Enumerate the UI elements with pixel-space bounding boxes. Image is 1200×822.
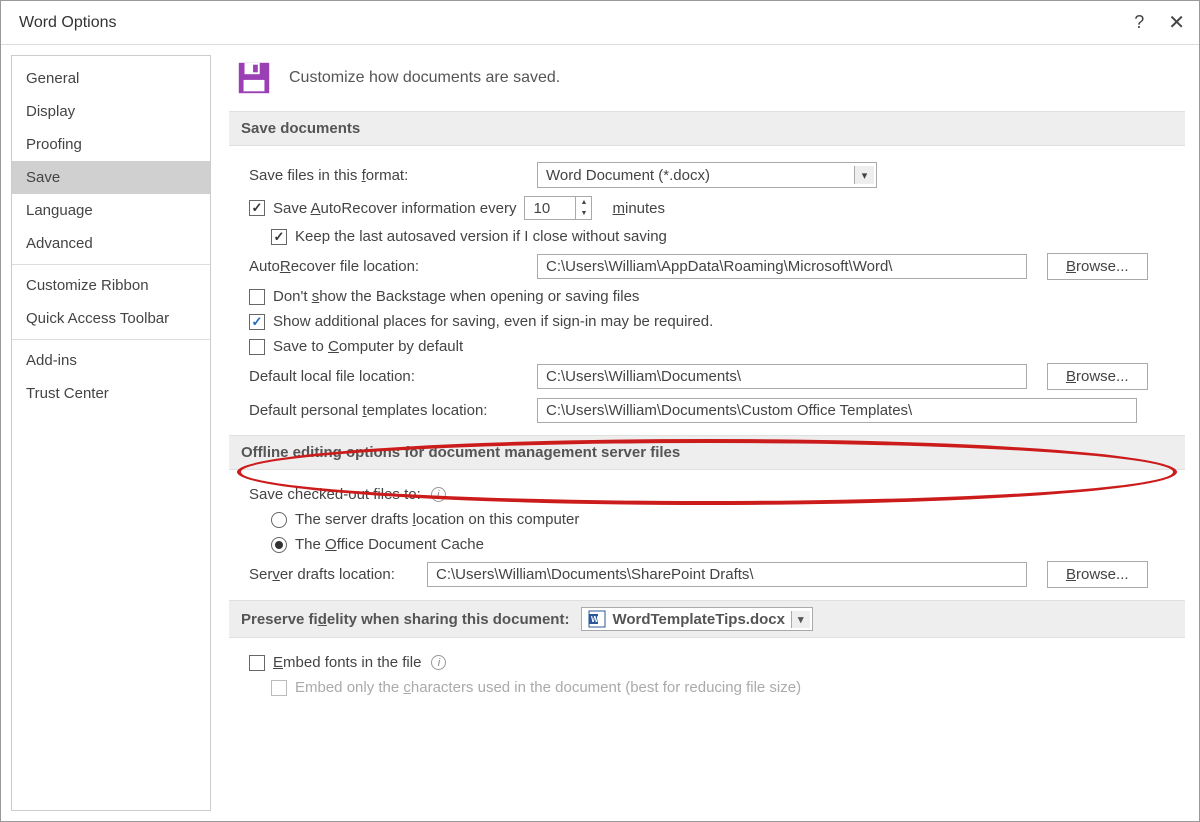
- titlebar: Word Options ? ✕: [1, 1, 1199, 45]
- sidebar-item-label: Display: [26, 103, 75, 120]
- row-server-drafts-location: Server drafts location: C:\Users\William…: [229, 557, 1185, 592]
- row-radio-office-cache: The Office Document Cache: [229, 532, 1185, 557]
- sidebar-item-add-ins[interactable]: Add-ins: [12, 344, 210, 377]
- row-embed-only-chars: Embed only the characters used in the do…: [229, 675, 1185, 700]
- sidebar-item-proofing[interactable]: Proofing: [12, 128, 210, 161]
- sidebar: General Display Proofing Save Language A…: [11, 55, 211, 811]
- server-drafts-input[interactable]: C:\Users\William\Documents\SharePoint Dr…: [427, 562, 1027, 587]
- window-title: Word Options: [19, 14, 117, 32]
- main: General Display Proofing Save Language A…: [1, 45, 1199, 821]
- row-show-additional: Show additional places for saving, even …: [229, 309, 1185, 334]
- save-format-label: Save files in this format:: [249, 167, 529, 184]
- radio-server-drafts[interactable]: [271, 512, 287, 528]
- help-icon[interactable]: ?: [1134, 12, 1144, 33]
- row-save-format: Save files in this format: Word Document…: [229, 158, 1185, 192]
- embed-only-chars-label: Embed only the characters used in the do…: [295, 679, 801, 696]
- section-offline: Offline editing options for document man…: [229, 435, 1185, 470]
- sidebar-item-quick-access-toolbar[interactable]: Quick Access Toolbar: [12, 302, 210, 335]
- personal-templates-label: Default personal templates location:: [249, 402, 529, 419]
- save-format-value: Word Document (*.docx): [546, 167, 710, 184]
- radio-office-cache[interactable]: [271, 537, 287, 553]
- sidebar-item-label: General: [26, 70, 79, 87]
- row-keep-last: Keep the last autosaved version if I clo…: [229, 224, 1185, 249]
- autorecover-checkbox[interactable]: [249, 200, 265, 216]
- row-autorecover: Save AutoRecover information every ▲▼ mi…: [229, 192, 1185, 224]
- sidebar-item-label: Proofing: [26, 136, 82, 153]
- content-panel: Customize how documents are saved. Save …: [229, 55, 1189, 811]
- row-dont-show-backstage: Don't show the Backstage when opening or…: [229, 284, 1185, 309]
- document-select[interactable]: W WordTemplateTips.docx ▾: [581, 607, 812, 631]
- personal-templates-input[interactable]: C:\Users\William\Documents\Custom Office…: [537, 398, 1137, 423]
- content-header: Customize how documents are saved.: [229, 55, 1185, 111]
- save-computer-checkbox[interactable]: [249, 339, 265, 355]
- sidebar-item-save[interactable]: Save: [12, 161, 210, 194]
- sidebar-item-language[interactable]: Language: [12, 194, 210, 227]
- sidebar-item-label: Add-ins: [26, 352, 77, 369]
- page-title: Customize how documents are saved.: [289, 69, 560, 87]
- chevron-down-icon: ▾: [791, 611, 810, 628]
- browse-server-drafts-button[interactable]: Browse...: [1047, 561, 1148, 588]
- sidebar-item-display[interactable]: Display: [12, 95, 210, 128]
- autorecover-minutes-input[interactable]: [525, 197, 575, 219]
- row-radio-server-drafts: The server drafts location on this compu…: [229, 507, 1185, 532]
- sidebar-item-label: Advanced: [26, 235, 93, 252]
- save-icon: [235, 59, 273, 97]
- server-drafts-label: Server drafts location:: [249, 566, 419, 583]
- sidebar-item-general[interactable]: General: [12, 62, 210, 95]
- default-local-label: Default local file location:: [249, 368, 529, 385]
- show-additional-label: Show additional places for saving, even …: [273, 313, 713, 330]
- close-icon[interactable]: ✕: [1168, 10, 1185, 35]
- spinner-up-icon[interactable]: ▲: [576, 197, 591, 208]
- show-additional-checkbox[interactable]: [249, 314, 265, 330]
- info-icon[interactable]: i: [431, 655, 446, 670]
- preserve-fidelity-label: Preserve fidelity when sharing this docu…: [241, 611, 569, 628]
- autorecover-loc-label: AutoRecover file location:: [249, 258, 529, 275]
- chevron-down-icon: ▾: [854, 166, 874, 184]
- browse-autorecover-button[interactable]: Browse...: [1047, 253, 1148, 280]
- sidebar-item-trust-center[interactable]: Trust Center: [12, 377, 210, 410]
- info-icon[interactable]: i: [431, 487, 446, 502]
- keep-last-checkbox[interactable]: [271, 229, 287, 245]
- spinner-down-icon[interactable]: ▼: [576, 208, 591, 219]
- document-name: WordTemplateTips.docx: [612, 611, 785, 628]
- default-local-input[interactable]: C:\Users\William\Documents\: [537, 364, 1027, 389]
- autorecover-label: Save AutoRecover information every: [273, 200, 516, 217]
- row-autorecover-location: AutoRecover file location: C:\Users\Will…: [229, 249, 1185, 284]
- row-personal-templates: Default personal templates location: C:\…: [229, 394, 1185, 427]
- section-preserve-fidelity: Preserve fidelity when sharing this docu…: [229, 600, 1185, 638]
- radio-office-cache-label: The Office Document Cache: [295, 536, 484, 553]
- embed-only-chars-checkbox: [271, 680, 287, 696]
- autorecover-unit: minutes: [612, 200, 665, 217]
- sidebar-item-label: Trust Center: [26, 385, 109, 402]
- svg-text:W: W: [591, 615, 599, 624]
- section-save-documents: Save documents: [229, 111, 1185, 146]
- sidebar-item-label: Language: [26, 202, 93, 219]
- browse-default-local-button[interactable]: Browse...: [1047, 363, 1148, 390]
- sidebar-item-advanced[interactable]: Advanced: [12, 227, 210, 260]
- sidebar-separator: [12, 264, 210, 265]
- save-format-select[interactable]: Word Document (*.docx) ▾: [537, 162, 877, 188]
- save-computer-label: Save to Computer by default: [273, 338, 463, 355]
- embed-fonts-checkbox[interactable]: [249, 655, 265, 671]
- row-save-checked-out: Save checked-out files to: i: [229, 482, 1185, 507]
- autorecover-minutes-spinner[interactable]: ▲▼: [524, 196, 592, 220]
- row-save-computer: Save to Computer by default: [229, 334, 1185, 359]
- word-document-icon: W: [588, 610, 606, 628]
- sidebar-item-label: Quick Access Toolbar: [26, 310, 169, 327]
- backstage-checkbox[interactable]: [249, 289, 265, 305]
- sidebar-item-label: Save: [26, 169, 60, 186]
- row-default-local: Default local file location: C:\Users\Wi…: [229, 359, 1185, 394]
- save-checked-out-label: Save checked-out files to:: [249, 486, 421, 503]
- sidebar-item-customize-ribbon[interactable]: Customize Ribbon: [12, 269, 210, 302]
- autorecover-loc-input[interactable]: C:\Users\William\AppData\Roaming\Microso…: [537, 254, 1027, 279]
- embed-fonts-label: Embed fonts in the file: [273, 654, 421, 671]
- backstage-label: Don't show the Backstage when opening or…: [273, 288, 639, 305]
- sidebar-item-label: Customize Ribbon: [26, 277, 149, 294]
- radio-server-drafts-label: The server drafts location on this compu…: [295, 511, 579, 528]
- sidebar-separator: [12, 339, 210, 340]
- keep-last-label: Keep the last autosaved version if I clo…: [295, 228, 667, 245]
- row-embed-fonts: Embed fonts in the file i: [229, 650, 1185, 675]
